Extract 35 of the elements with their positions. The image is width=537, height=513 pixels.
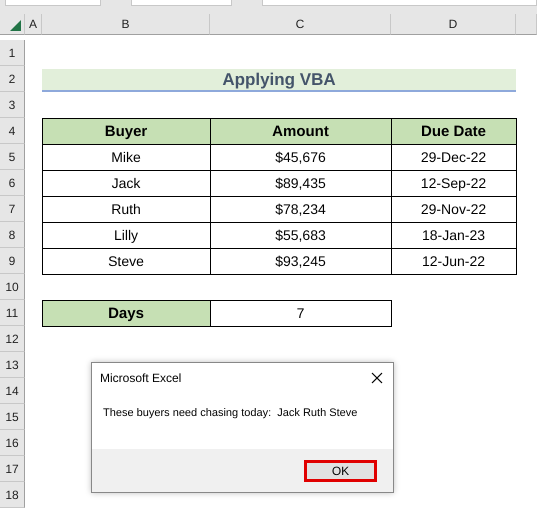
row-header[interactable]: 11	[0, 300, 25, 326]
row-header[interactable]: 15	[0, 404, 25, 430]
row-header[interactable]: 10	[0, 274, 25, 300]
ok-button[interactable]: OK	[304, 460, 377, 482]
row-header[interactable]: 18	[0, 482, 25, 508]
dialog-title: Microsoft Excel	[100, 371, 182, 385]
row-header[interactable]: 16	[0, 430, 25, 456]
row-header[interactable]: 4	[0, 118, 25, 144]
row-header[interactable]: 9	[0, 248, 25, 274]
row-header[interactable]: 14	[0, 378, 25, 404]
row-header[interactable]: 13	[0, 352, 25, 378]
row-header[interactable]: 17	[0, 456, 25, 482]
dialog-message: These buyers need chasing today: Jack Ruth Steve	[102, 406, 358, 421]
row-header[interactable]: 5	[0, 144, 25, 170]
label-cell: Days	[42, 300, 210, 326]
row-header[interactable]: 12	[0, 326, 25, 352]
row-header[interactable]: 3	[0, 92, 25, 118]
table-cell: Steve	[42, 248, 210, 274]
column-header[interactable]: D	[391, 14, 516, 35]
value-cell: 7	[210, 300, 392, 326]
header-cell: Amount	[210, 118, 392, 144]
select-all-button[interactable]	[0, 14, 25, 35]
row-header[interactable]: 8	[0, 222, 25, 248]
column-header[interactable]: C	[210, 14, 391, 35]
row-header[interactable]: 6	[0, 170, 25, 196]
row-header[interactable]: 1	[0, 40, 25, 66]
column-header[interactable]: B	[42, 14, 210, 35]
header-cell: Buyer	[42, 118, 210, 144]
sheet-title: Applying VBA	[42, 69, 516, 92]
close-icon[interactable]	[371, 372, 383, 384]
header-cell: Due Date	[390, 118, 516, 144]
row-header[interactable]: 2	[0, 66, 25, 92]
table-cell: 12-Jun-22	[390, 248, 516, 274]
row-header[interactable]: 7	[0, 196, 25, 222]
column-header[interactable]: A	[25, 14, 42, 35]
